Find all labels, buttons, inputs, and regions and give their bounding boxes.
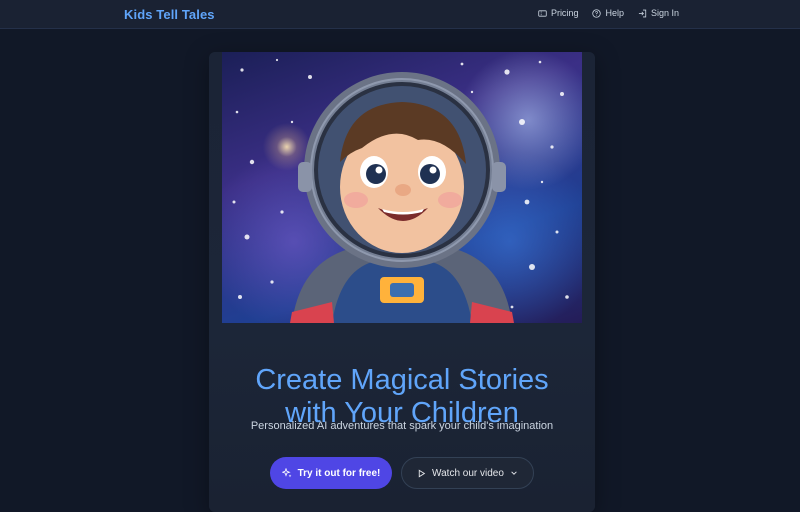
nav-help-link[interactable]: Help <box>592 8 624 18</box>
nav-links: Pricing Help Sign In <box>538 8 679 18</box>
nav-help-label: Help <box>605 8 624 18</box>
nav-pricing-label: Pricing <box>550 8 579 18</box>
nav-pricing-link[interactable]: Pricing <box>538 8 579 18</box>
watch-video-label: Watch our video <box>432 467 504 479</box>
sign-in-icon <box>638 9 647 17</box>
top-navigation-bar: Kids Tell Tales Pricing Help Sign In <box>0 0 800 29</box>
hero-subtitle: Personalized AI adventures that spark yo… <box>250 420 554 432</box>
hero-astronaut-image <box>222 52 582 323</box>
try-free-label: Try it out for free! <box>297 467 381 479</box>
sparkles-icon <box>281 468 291 478</box>
brand-logo-text[interactable]: Kids Tell Tales <box>124 7 215 22</box>
hero-card: Create Magical Stories with Your Childre… <box>209 52 595 512</box>
nav-sign-in-link[interactable]: Sign In <box>638 8 679 18</box>
chevron-down-icon <box>511 471 517 475</box>
headline-line-1: Create Magical Stories <box>255 364 549 397</box>
play-icon <box>418 469 426 477</box>
watch-video-button[interactable]: Watch our video <box>401 457 534 489</box>
try-free-button[interactable]: Try it out for free! <box>270 457 392 489</box>
nav-sign-in-label: Sign In <box>650 8 679 18</box>
help-circle-icon <box>592 8 602 18</box>
ticket-icon <box>538 9 547 17</box>
